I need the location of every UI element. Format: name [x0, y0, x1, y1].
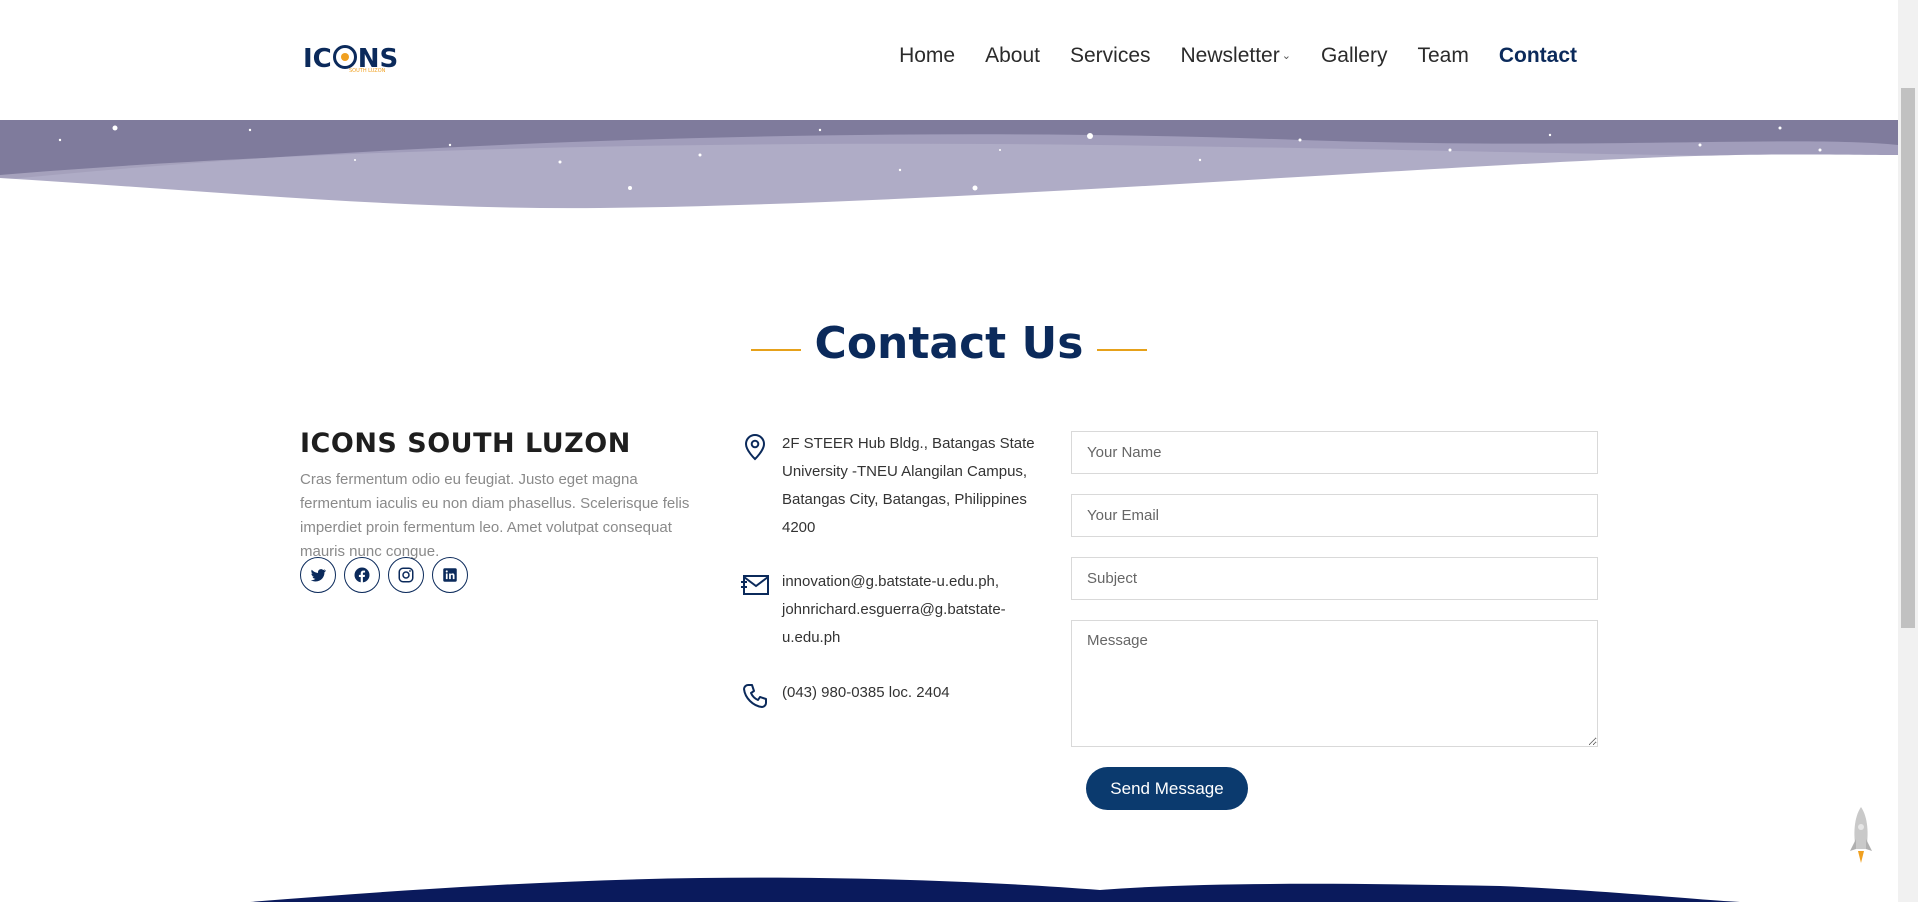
envelope-icon — [741, 575, 769, 595]
phone-text[interactable]: (043) 980-0385 loc. 2404 — [782, 679, 1052, 707]
hero-wave-graphic — [0, 120, 1898, 220]
nav-contact[interactable]: Contact — [1499, 44, 1577, 68]
map-pin-icon — [744, 433, 766, 461]
twitter-link[interactable] — [300, 557, 336, 593]
section-title: Contact Us — [814, 318, 1084, 369]
linkedin-link[interactable] — [432, 557, 468, 593]
footer-wave-graphic — [250, 877, 1740, 902]
message-textarea[interactable] — [1071, 620, 1598, 747]
address-text: 2F STEER Hub Bldg., Batangas State Unive… — [782, 435, 1035, 536]
send-message-button[interactable]: Send Message — [1086, 767, 1248, 810]
title-decor-right — [1097, 348, 1148, 351]
twitter-icon — [310, 569, 327, 582]
nav-team[interactable]: Team — [1417, 44, 1468, 68]
section-header: Contact Us — [0, 318, 1898, 369]
nav-services[interactable]: Services — [1070, 44, 1151, 68]
site-logo[interactable]: IC NS SOUTH LUZON — [303, 40, 398, 78]
email-text[interactable]: innovation@g.batstate-u.edu.ph, johnrich… — [782, 568, 1052, 652]
site-header: IC NS SOUTH LUZON Home About Services New… — [0, 0, 1898, 120]
social-links — [300, 557, 468, 593]
nav-newsletter[interactable]: Newsletter ⌄ — [1181, 44, 1291, 68]
logo-subtitle: SOUTH LUZON — [349, 68, 386, 74]
name-input[interactable] — [1071, 431, 1598, 474]
hero-banner-bottom — [0, 120, 1898, 220]
org-name: ICONS SOUTH LUZON — [300, 428, 631, 459]
scrollbar-thumb[interactable] — [1901, 88, 1915, 628]
phone-icon — [743, 684, 767, 708]
instagram-link[interactable] — [388, 557, 424, 593]
nav-about[interactable]: About — [985, 44, 1040, 68]
chevron-down-icon: ⌄ — [1281, 50, 1291, 62]
nav-home[interactable]: Home — [899, 44, 955, 68]
facebook-link[interactable] — [344, 557, 380, 593]
title-decor-left — [750, 348, 801, 351]
linkedin-icon — [443, 568, 457, 582]
subject-input[interactable] — [1071, 557, 1598, 600]
org-description: Cras fermentum odio eu feugiat. Justo eg… — [300, 471, 690, 560]
footer-wave — [0, 868, 1898, 902]
facebook-icon — [354, 567, 370, 583]
nav-newsletter-label: Newsletter — [1180, 44, 1280, 67]
rocket-icon[interactable] — [1846, 805, 1876, 870]
page-scrollbar[interactable] — [1898, 0, 1918, 902]
nav-gallery[interactable]: Gallery — [1321, 44, 1388, 68]
email-input[interactable] — [1071, 494, 1598, 537]
instagram-icon — [398, 567, 414, 583]
main-nav: Home About Services Newsletter ⌄ Gallery … — [869, 44, 1577, 68]
